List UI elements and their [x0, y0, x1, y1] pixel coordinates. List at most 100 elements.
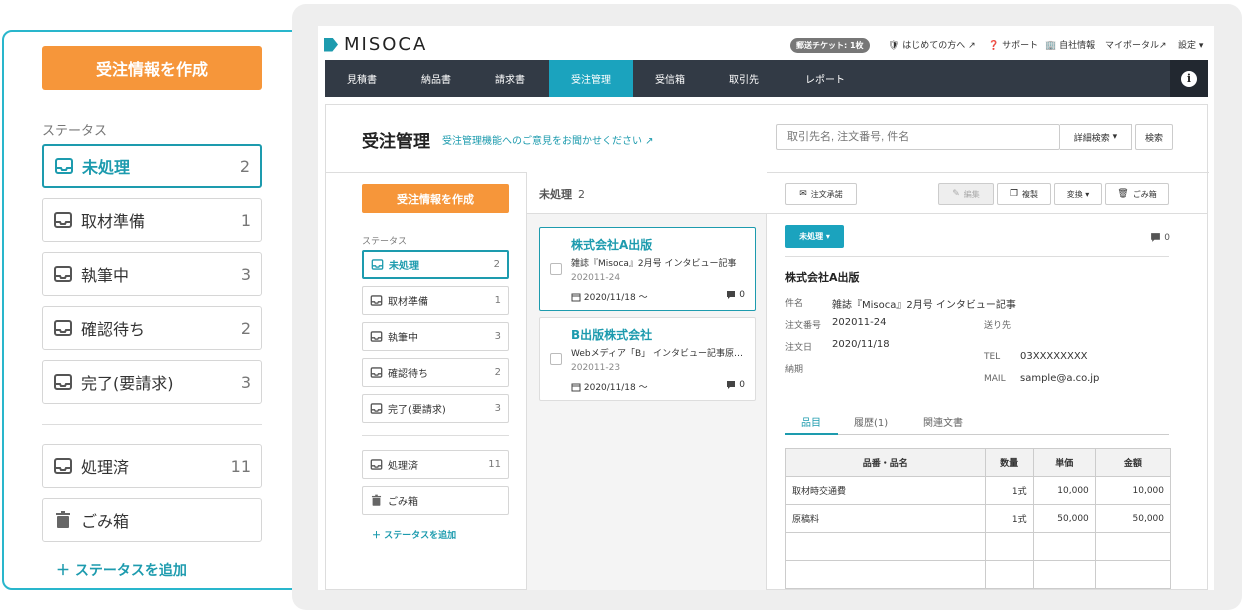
nav-tab-invoices[interactable]: 請求書	[473, 60, 547, 97]
trash-button[interactable]: 🗑 ごみ箱	[1105, 183, 1169, 205]
inbox-icon	[54, 320, 72, 336]
zoom-add-status-link[interactable]: ＋ ステータスを追加	[56, 560, 187, 580]
main-nav: 見積書 納品書 請求書 受注管理 受信箱 取引先 レポート i	[325, 60, 1208, 97]
zoom-status-item-done[interactable]: 完了(要請求) 3	[42, 360, 262, 404]
status-count: 2	[493, 259, 500, 270]
order-card[interactable]: B出版株式会社 Webメディア「B」 インタビュー記事原… 202011-23 …	[539, 317, 756, 401]
status-label: 処理済	[81, 458, 130, 477]
detail-toolbar: ✉ 注文承諾 ✎ 編集 ❐ 複製 変換 ▾ 🗑 ごみ箱	[767, 172, 1208, 214]
copy-button[interactable]: ❐ 複製	[997, 183, 1051, 205]
tab-items[interactable]: 品目	[801, 414, 821, 429]
table-row	[785, 560, 1172, 589]
nav-tab-orders[interactable]: 受注管理	[549, 60, 633, 97]
company-info-link[interactable]: 🏢 自社情報	[1045, 38, 1095, 51]
inbox-icon	[370, 403, 383, 414]
column-header: 品番・品名	[785, 448, 986, 477]
mail-value: sample@a.co.jp	[1020, 373, 1100, 384]
approve-label: 注文承諾	[810, 189, 843, 199]
table-cell: 10,000	[1094, 476, 1172, 505]
nav-tab-estimates[interactable]: 見積書	[325, 60, 399, 97]
zoom-status-item-processed[interactable]: 処理済 11	[42, 444, 262, 488]
status-label: 未処理	[82, 158, 131, 177]
tel-value: 03XXXXXXXX	[1020, 351, 1088, 362]
inbox-icon	[370, 331, 383, 342]
nav-tab-inbox[interactable]: 受信箱	[633, 60, 707, 97]
order-number-value: 202011-24	[832, 317, 887, 328]
tab-history[interactable]: 履歴(1)	[854, 414, 888, 429]
nav-tab-reports[interactable]: レポート	[781, 60, 869, 97]
trash-icon: 🗑	[1117, 189, 1129, 199]
select-checkbox[interactable]	[550, 263, 562, 275]
main-panel: 受注管理 受注管理機能へのご意見をお聞かせください ↗ 詳細検索 ▾ 検索 受注…	[325, 104, 1209, 590]
info-button[interactable]: i	[1170, 60, 1208, 97]
zoom-trash-item[interactable]: ごみ箱	[42, 498, 262, 542]
zoom-status-item-preparing[interactable]: 取材準備 1	[42, 198, 262, 242]
my-portal-link[interactable]: マイポータル↗	[1105, 38, 1167, 51]
support-label: サポート	[1002, 41, 1039, 51]
status-count: 1	[494, 295, 501, 306]
status-item-processed[interactable]: 処理済 11	[362, 450, 509, 479]
inbox-icon	[54, 374, 72, 390]
feedback-link[interactable]: 受注管理機能へのご意見をお聞かせください ↗	[442, 132, 654, 147]
zoom-status-item-writing[interactable]: 執筆中 3	[42, 252, 262, 296]
approve-order-button[interactable]: ✉ 注文承諾	[785, 183, 857, 205]
status-item-preparing[interactable]: 取材準備 1	[362, 286, 509, 315]
page-title: 受注管理	[362, 132, 430, 152]
order-list: 未処理 2 株式会社A出版 雑誌『Misoca』2月号 インタビュー記事 2020…	[527, 172, 767, 590]
table-cell: 50,000	[1094, 504, 1172, 533]
status-label: 執筆中	[388, 333, 418, 344]
add-status-link[interactable]: ＋ ステータスを追加	[372, 528, 456, 541]
subject-label: 件名	[785, 299, 804, 309]
settings-label: 設定	[1178, 41, 1197, 51]
nav-tab-delivery[interactable]: 納品書	[399, 60, 473, 97]
status-label: 執筆中	[81, 266, 130, 285]
search-button[interactable]: 検索	[1135, 124, 1173, 150]
trash-label: ごみ箱	[1132, 189, 1157, 199]
create-order-button[interactable]: 受注情報を作成	[362, 184, 509, 213]
status-value: 未処理	[799, 232, 824, 241]
nav-tab-clients[interactable]: 取引先	[707, 60, 781, 97]
zoom-status-item-unprocessed[interactable]: 未処理 2	[42, 144, 262, 188]
table-row	[785, 532, 1172, 561]
status-count: 2	[239, 156, 250, 176]
misoca-logo[interactable]: MISOCA	[324, 34, 427, 55]
comment-count[interactable]: 0	[1150, 232, 1170, 243]
table-cell: 50,000	[1032, 504, 1096, 533]
convert-label: 変換	[1066, 189, 1083, 199]
select-checkbox[interactable]	[550, 353, 562, 365]
due-label: 納期	[785, 365, 804, 375]
convert-button[interactable]: 変換 ▾	[1054, 183, 1102, 205]
settings-menu[interactable]: 設定 ▾	[1178, 38, 1203, 51]
support-link[interactable]: ❓ サポート	[988, 38, 1038, 51]
comment-icon	[727, 291, 736, 299]
status-dropdown[interactable]: 未処理 ▾	[785, 225, 844, 248]
info-icon: i	[1181, 70, 1197, 87]
trash-icon	[371, 494, 382, 506]
card-company: 株式会社A出版	[571, 238, 653, 252]
status-item-unprocessed[interactable]: 未処理 2	[362, 250, 509, 279]
zoom-status-item-review[interactable]: 確認待ち 2	[42, 306, 262, 350]
beginners-link[interactable]: 🛡 はじめての方へ ↗	[888, 38, 976, 51]
trash-item[interactable]: ごみ箱	[362, 486, 509, 515]
zoom-create-order-button[interactable]: 受注情報を作成	[42, 46, 262, 90]
table-cell: 10,000	[1032, 476, 1096, 505]
copy-icon: ❐	[1009, 189, 1019, 199]
search-input[interactable]	[776, 124, 1060, 150]
list-title: 未処理	[539, 188, 572, 201]
status-item-done[interactable]: 完了(要請求) 3	[362, 394, 509, 423]
order-card[interactable]: 株式会社A出版 雑誌『Misoca』2月号 インタビュー記事 202011-24…	[539, 227, 756, 311]
status-item-review[interactable]: 確認待ち 2	[362, 358, 509, 387]
advanced-search-button[interactable]: 詳細検索 ▾	[1060, 124, 1132, 150]
trash-label: ごみ箱	[388, 497, 418, 508]
copy-label: 複製	[1022, 189, 1039, 199]
status-label: 未処理	[389, 261, 419, 272]
edit-button[interactable]: ✎ 編集	[938, 183, 994, 205]
status-count: 11	[488, 459, 501, 470]
status-item-writing[interactable]: 執筆中 3	[362, 322, 509, 351]
divider	[785, 434, 1169, 435]
inbox-icon	[54, 266, 72, 282]
app-window: MISOCA 郵送チケット: 1枚 🛡 はじめての方へ ↗ ❓ サポート 🏢 自…	[318, 26, 1214, 590]
mail-label: MAIL	[984, 374, 1006, 384]
status-count: 1	[240, 210, 251, 230]
tab-related-docs[interactable]: 関連文書	[923, 414, 963, 429]
